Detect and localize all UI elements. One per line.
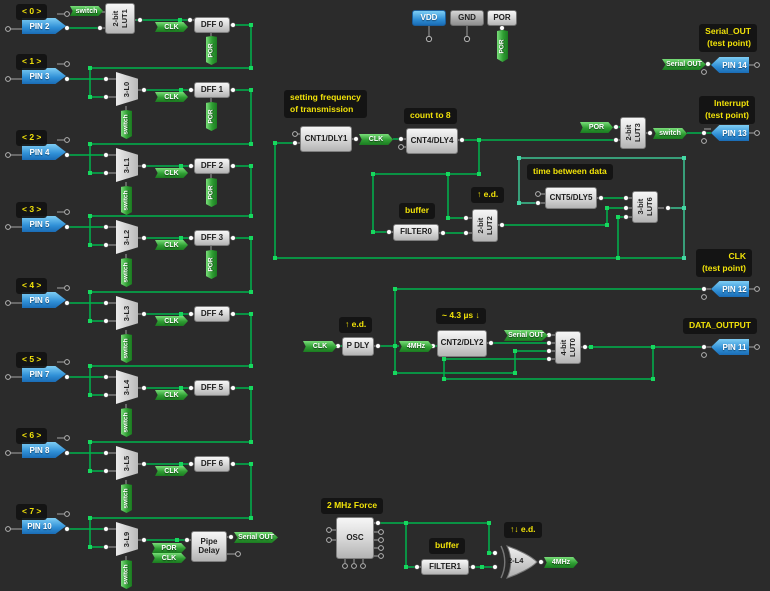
bus-index-label-3: < 3 > xyxy=(16,202,47,218)
dff-6[interactable]: DFF 6 xyxy=(194,456,230,472)
net-tag-switch[interactable]: switch xyxy=(70,6,103,16)
bus-index-label-1: < 1 > xyxy=(16,54,47,70)
bus-index-label-5: < 5 > xyxy=(16,352,47,368)
edge-detect-annotation: ↑ e.d. xyxy=(339,317,372,333)
filter1-block[interactable]: FILTER1 xyxy=(421,559,469,575)
xor-gate-label: 2-L4 xyxy=(508,556,523,565)
lut2-line2: LUT2 xyxy=(485,216,494,235)
force-annotation: 2 MHz Force xyxy=(321,498,383,514)
dff-1[interactable]: DFF 1 xyxy=(194,82,230,98)
p-dly-block[interactable]: P DLY xyxy=(342,337,374,356)
lut6-line1: 3-bit xyxy=(636,198,645,217)
filter0-block[interactable]: FILTER0 xyxy=(393,224,439,241)
delay-annotation: ~ 4.3 µs ↓ xyxy=(436,308,486,324)
net-tag-switch[interactable]: switch xyxy=(121,334,132,363)
gnd-block[interactable]: GND xyxy=(450,10,484,26)
lut-2bit-lut3[interactable]: 2-bitLUT3 xyxy=(620,117,646,149)
interrupt-testpoint-label: Interrupt(test point) xyxy=(699,96,755,124)
bus-index-label-7: < 7 > xyxy=(16,504,47,520)
bus-index-label-0: < 0 > xyxy=(16,4,47,20)
net-tag-clk[interactable]: CLK xyxy=(155,22,188,32)
frequency-annotation: setting frequencyof transmission xyxy=(284,90,367,118)
lut0-line1: 4-bit xyxy=(559,338,568,357)
por-block[interactable]: POR xyxy=(487,10,517,26)
lut-3bit-lut6[interactable]: 3-bitLUT6 xyxy=(632,191,658,223)
net-tag-switch[interactable]: switch xyxy=(121,110,132,139)
dff-4[interactable]: DFF 4 xyxy=(194,306,230,322)
edge-detect-annotation: ↑↓ e.d. xyxy=(504,522,542,538)
time-between-data-annotation: time between data xyxy=(527,164,613,180)
lut1-line1: 2-bit xyxy=(111,9,120,28)
count-to-8-annotation: count to 8 xyxy=(404,108,457,124)
lut3-line2: LUT3 xyxy=(633,124,642,143)
net-tag-switch[interactable]: switch xyxy=(121,258,132,287)
cnt1-dly1-block[interactable]: CNT1/DLY1 xyxy=(300,126,352,152)
net-tag-switch[interactable]: switch xyxy=(121,408,132,437)
pipe-delay-line2: Delay xyxy=(198,547,219,556)
cnt5-dly5-block[interactable]: CNT5/DLY5 xyxy=(545,187,597,209)
net-tag-switch[interactable]: switch xyxy=(121,484,132,513)
net-tag-serial-out[interactable]: Serial OUT xyxy=(662,59,706,70)
net-tag-clk[interactable]: CLK xyxy=(155,240,188,250)
bus-index-label-4: < 4 > xyxy=(16,278,47,294)
net-tag-switch[interactable]: switch xyxy=(121,186,132,215)
net-tag-clk[interactable]: CLK xyxy=(155,92,188,102)
lut1-line2: LUT1 xyxy=(120,9,129,28)
net-tag-switch[interactable]: switch xyxy=(121,560,132,589)
lut0-line2: LUT0 xyxy=(568,338,577,357)
net-tag-por[interactable]: POR xyxy=(206,36,217,65)
lut2-line1: 2-bit xyxy=(476,216,485,235)
lut-2bit-lut2[interactable]: 2-bitLUT2 xyxy=(472,209,498,242)
dff-5[interactable]: DFF 5 xyxy=(194,380,230,396)
data-output-label: DATA_OUTPUT xyxy=(683,318,757,334)
net-tag-clk[interactable]: CLK xyxy=(152,553,186,563)
net-tag-clk[interactable]: CLK xyxy=(155,168,188,178)
lut3-line1: 2-bit xyxy=(624,124,633,143)
cnt4-dly4-block[interactable]: CNT4/DLY4 xyxy=(406,128,458,154)
net-tag-clk-source[interactable]: CLK xyxy=(359,134,393,145)
dff-0[interactable]: DFF 0 xyxy=(194,17,230,33)
dff-3[interactable]: DFF 3 xyxy=(194,230,230,246)
net-tag-por[interactable]: POR xyxy=(206,178,217,207)
wire-layer xyxy=(0,0,770,591)
serial-out-testpoint-label: Serial_OUT(test point) xyxy=(699,24,757,52)
net-tag-clk[interactable]: CLK xyxy=(155,390,188,400)
osc-block[interactable]: OSC xyxy=(336,517,374,559)
vdd-block[interactable]: VDD xyxy=(412,10,446,26)
net-tag-clk[interactable]: CLK xyxy=(155,316,188,326)
net-tag-por[interactable]: POR xyxy=(580,122,613,133)
clk-testpoint-label: CLK(test point) xyxy=(696,249,752,277)
lut-2bit-lut1[interactable]: 2-bitLUT1 xyxy=(105,3,135,34)
dff-2[interactable]: DFF 2 xyxy=(194,158,230,174)
net-tag-clk[interactable]: CLK xyxy=(155,466,188,476)
net-tag-serial-out[interactable]: Serial OUT xyxy=(234,532,278,543)
cnt2-dly2-block[interactable]: CNT2/DLY2 xyxy=(437,330,487,357)
net-tag-por[interactable]: POR xyxy=(206,102,217,131)
lut-4bit-lut0[interactable]: 4-bitLUT0 xyxy=(555,331,581,364)
net-tag-por[interactable]: POR xyxy=(152,543,186,553)
net-tag-serial-out[interactable]: Serial OUT xyxy=(504,330,548,341)
buffer-annotation: buffer xyxy=(429,538,465,554)
edge-detect-annotation: ↑ e.d. xyxy=(471,187,504,203)
bus-index-label-2: < 2 > xyxy=(16,130,47,146)
net-tag-switch-source[interactable]: switch xyxy=(653,128,687,139)
lut6-line2: LUT6 xyxy=(645,198,654,217)
net-tag-4mhz-source[interactable]: 4MHz xyxy=(544,557,578,568)
net-tag-clk[interactable]: CLK xyxy=(303,341,337,352)
net-tag-por-source[interactable]: POR xyxy=(497,30,508,62)
buffer-annotation: buffer xyxy=(399,203,435,219)
bus-index-label-6: < 6 > xyxy=(16,428,47,444)
net-tag-por[interactable]: POR xyxy=(206,250,217,279)
pipe-delay-block[interactable]: PipeDelay xyxy=(191,531,227,562)
schematic-canvas: < 0 > PIN 2 switch 2-bitLUT1 CLK DFF 0 P… xyxy=(0,0,770,591)
net-tag-4mhz[interactable]: 4MHz xyxy=(399,341,433,352)
